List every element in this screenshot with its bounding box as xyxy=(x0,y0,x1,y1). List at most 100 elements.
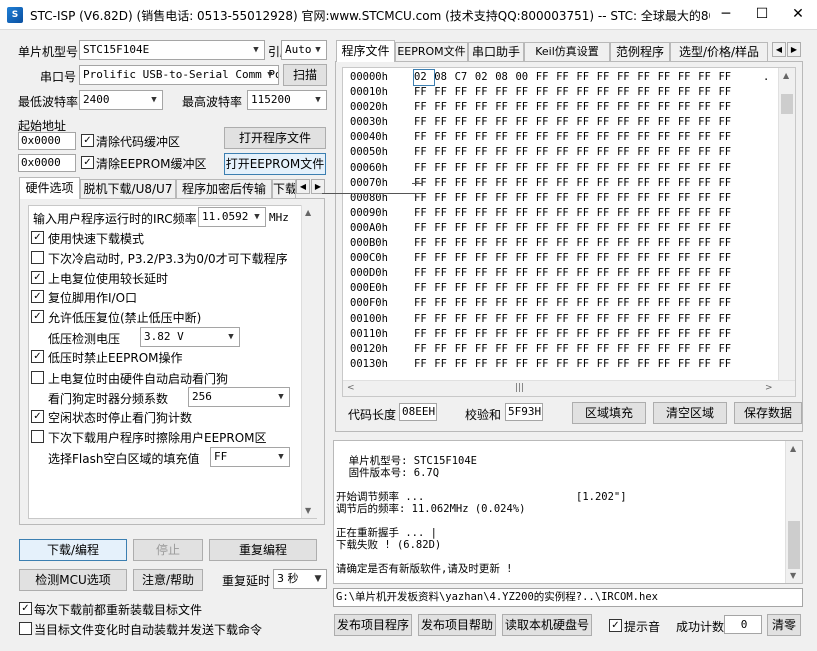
hex-byte[interactable]: FF xyxy=(414,312,434,327)
hex-byte[interactable]: FF xyxy=(556,357,576,372)
hex-byte[interactable]: FF xyxy=(637,85,657,100)
hex-byte[interactable]: FF xyxy=(455,251,475,266)
tab-selection-price[interactable]: 选型/价格/样品 xyxy=(670,42,768,62)
hex-byte[interactable]: FF xyxy=(434,115,454,130)
hex-byte[interactable]: FF xyxy=(434,266,454,281)
hex-byte[interactable]: FF xyxy=(455,85,475,100)
hex-byte[interactable]: FF xyxy=(637,251,657,266)
hex-byte[interactable]: FF xyxy=(536,221,556,236)
hex-byte[interactable]: FF xyxy=(495,115,515,130)
hex-byte[interactable]: FF xyxy=(475,251,495,266)
hex-byte[interactable]: FF xyxy=(434,85,454,100)
hex-byte[interactable]: FF xyxy=(495,161,515,176)
hex-byte[interactable]: FF xyxy=(536,281,556,296)
hex-byte[interactable]: FF xyxy=(515,312,535,327)
hex-byte[interactable]: FF xyxy=(658,296,678,311)
hex-byte[interactable]: FF xyxy=(515,161,535,176)
hex-byte[interactable]: 00 xyxy=(515,70,535,85)
hex-byte[interactable]: FF xyxy=(617,266,637,281)
hex-byte[interactable]: FF xyxy=(495,357,515,372)
hex-byte[interactable]: FF xyxy=(718,312,738,327)
tab-serial-assistant[interactable]: 串口助手 xyxy=(468,42,524,62)
hex-byte[interactable]: FF xyxy=(556,296,576,311)
hex-byte[interactable]: FF xyxy=(637,130,657,145)
hex-byte[interactable]: FF xyxy=(658,251,678,266)
hex-byte[interactable]: FF xyxy=(718,70,738,85)
hex-byte[interactable]: FF xyxy=(597,296,617,311)
hex-byte[interactable]: FF xyxy=(556,100,576,115)
scroll-up-icon[interactable]: ▲ xyxy=(790,444,796,453)
clear-eeprom-buffer-checkbox[interactable]: ✓ xyxy=(81,156,94,169)
hex-byte[interactable]: FF xyxy=(678,281,698,296)
hex-byte[interactable]: FF xyxy=(576,236,596,251)
clear-count-button[interactable]: 清零 xyxy=(767,614,801,636)
hex-byte[interactable]: FF xyxy=(556,115,576,130)
hex-byte[interactable]: FF xyxy=(495,85,515,100)
hex-byte[interactable]: FF xyxy=(637,70,657,85)
hex-byte[interactable]: FF xyxy=(718,221,738,236)
hex-byte[interactable]: FF xyxy=(637,281,657,296)
hex-byte[interactable]: FF xyxy=(698,312,718,327)
hex-byte[interactable]: FF xyxy=(617,130,637,145)
hex-byte[interactable]: FF xyxy=(597,281,617,296)
hex-byte[interactable]: FF xyxy=(576,281,596,296)
hex-byte[interactable]: FF xyxy=(475,221,495,236)
min-baud-select[interactable]: 2400 ▼ xyxy=(79,90,163,110)
hex-byte[interactable]: FF xyxy=(536,251,556,266)
hex-byte[interactable]: FF xyxy=(678,296,698,311)
hex-byte[interactable]: FF xyxy=(475,281,495,296)
scroll-down-icon[interactable]: ▼ xyxy=(305,506,311,515)
hex-byte[interactable]: FF xyxy=(718,281,738,296)
hex-byte[interactable]: FF xyxy=(678,130,698,145)
hex-byte[interactable]: FF xyxy=(658,130,678,145)
hex-byte[interactable]: FF xyxy=(515,115,535,130)
hex-byte[interactable]: FF xyxy=(637,206,657,221)
hex-byte[interactable]: FF xyxy=(414,236,434,251)
hex-byte[interactable]: FF xyxy=(455,206,475,221)
hex-byte[interactable]: FF xyxy=(617,70,637,85)
low-voltage-reset-checkbox[interactable]: ✓ xyxy=(31,310,44,323)
hex-byte[interactable]: FF xyxy=(576,100,596,115)
reprogram-button[interactable]: 重复编程 xyxy=(209,539,317,561)
hex-byte[interactable]: FF xyxy=(658,85,678,100)
log-scrollbar[interactable]: ▲ ▼ xyxy=(785,441,802,583)
hex-byte[interactable]: FF xyxy=(597,251,617,266)
hex-byte[interactable]: FF xyxy=(515,296,535,311)
hex-byte[interactable]: FF xyxy=(637,100,657,115)
tab-scroll-right-icon[interactable]: ▶ xyxy=(311,179,325,194)
fast-download-checkbox[interactable]: ✓ xyxy=(31,231,44,244)
hex-byte[interactable]: FF xyxy=(536,176,556,191)
hex-byte[interactable]: FF xyxy=(698,281,718,296)
hex-byte[interactable]: FF xyxy=(434,206,454,221)
hex-byte[interactable]: FF xyxy=(617,281,637,296)
hex-byte[interactable]: FF xyxy=(434,357,454,372)
hex-byte[interactable]: FF xyxy=(658,236,678,251)
hex-byte[interactable]: FF xyxy=(515,251,535,266)
hex-byte[interactable]: FF xyxy=(536,130,556,145)
hex-byte[interactable]: FF xyxy=(536,312,556,327)
hex-byte[interactable]: FF xyxy=(475,206,495,221)
hex-byte[interactable]: FF xyxy=(597,115,617,130)
hex-byte[interactable]: FF xyxy=(556,191,576,206)
hex-byte[interactable]: FF xyxy=(718,236,738,251)
hex-byte[interactable]: 08 xyxy=(495,70,515,85)
hex-byte[interactable]: FF xyxy=(536,115,556,130)
minimize-button[interactable]: ─ xyxy=(708,0,744,29)
hex-byte[interactable]: FF xyxy=(698,130,718,145)
hex-byte[interactable]: FF xyxy=(434,161,454,176)
hex-byte[interactable]: FF xyxy=(597,85,617,100)
hex-byte[interactable]: FF xyxy=(515,327,535,342)
hex-byte[interactable]: FF xyxy=(617,100,637,115)
hex-byte[interactable]: FF xyxy=(434,281,454,296)
hex-byte[interactable]: FF xyxy=(414,296,434,311)
hex-byte[interactable]: FF xyxy=(637,296,657,311)
hex-byte[interactable]: FF xyxy=(718,357,738,372)
hex-byte[interactable]: FF xyxy=(597,342,617,357)
stop-button[interactable]: 停止 xyxy=(133,539,203,561)
pins-select[interactable]: Auto ▼ xyxy=(281,40,327,60)
hex-byte[interactable]: FF xyxy=(698,236,718,251)
hex-byte[interactable]: C7 xyxy=(455,70,475,85)
hex-vertical-scrollbar[interactable]: ▲ xyxy=(778,68,795,380)
hex-byte[interactable]: FF xyxy=(617,161,637,176)
maximize-button[interactable]: ☐ xyxy=(744,0,780,29)
